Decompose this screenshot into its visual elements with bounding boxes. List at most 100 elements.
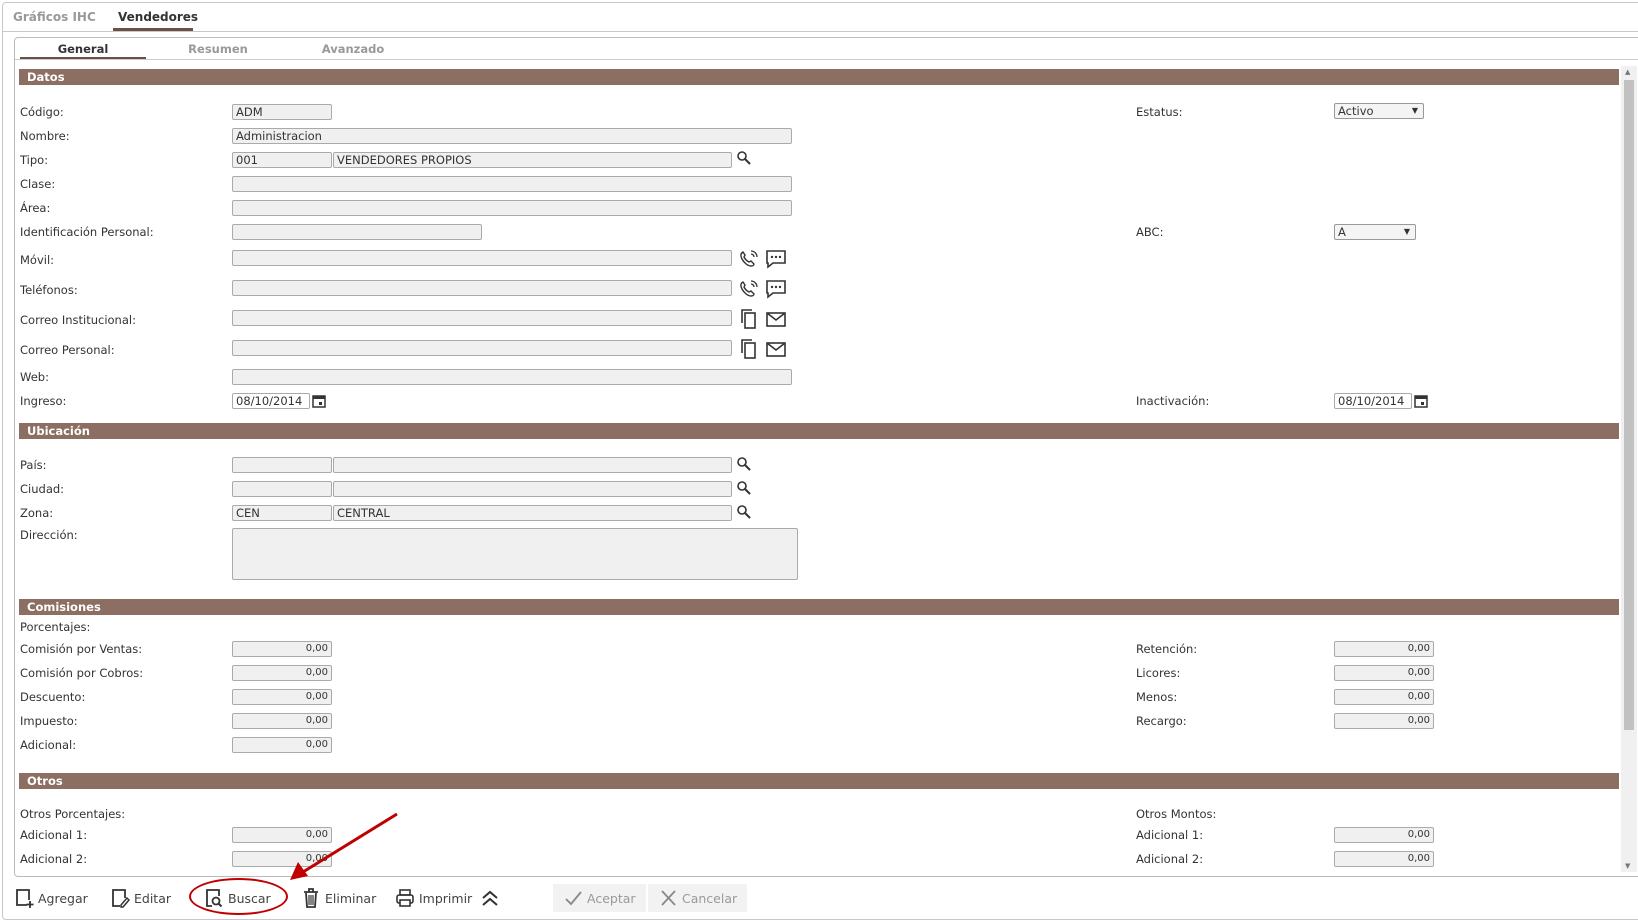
- zona-desc-input[interactable]: CENTRAL: [333, 505, 732, 521]
- scrollbar-thumb[interactable]: [1624, 80, 1634, 730]
- eliminar-button[interactable]: Eliminar: [301, 884, 376, 912]
- codigo-input[interactable]: ADM: [232, 104, 332, 120]
- imprimir-button[interactable]: Imprimir: [395, 884, 472, 912]
- ident-input[interactable]: [232, 224, 482, 240]
- correo-pers-input[interactable]: [232, 340, 732, 356]
- movil-input[interactable]: [232, 250, 732, 266]
- ident-label: Identificación Personal:: [20, 225, 154, 239]
- tab-graficos-ihc[interactable]: Gráficos IHC: [13, 10, 96, 24]
- double-chevron-up-icon: [482, 890, 498, 906]
- copy-icon[interactable]: [738, 308, 760, 330]
- otros-mto-adicional2-input[interactable]: 0,00: [1334, 851, 1434, 867]
- clase-input[interactable]: [232, 176, 792, 192]
- adicional-label: Adicional:: [20, 738, 77, 752]
- otros-mto-adicional2-label: Adicional 2:: [1136, 852, 1204, 866]
- correo-inst-label: Correo Institucional:: [20, 313, 136, 327]
- movil-label: Móvil:: [20, 253, 55, 267]
- search-icon[interactable]: [736, 150, 752, 166]
- section-comisiones: Comisiones: [19, 599, 1619, 615]
- zona-code-input[interactable]: CEN: [232, 505, 332, 521]
- retencion-label: Retención:: [1136, 642, 1198, 656]
- section-ubicacion: Ubicación: [19, 423, 1619, 439]
- agregar-label: Agregar: [38, 890, 88, 906]
- mail-icon[interactable]: [765, 308, 787, 330]
- subtab-divider: [15, 59, 1638, 60]
- pais-code-input[interactable]: [232, 457, 332, 473]
- codigo-label: Código:: [20, 105, 64, 119]
- web-input[interactable]: [232, 369, 792, 385]
- estatus-select[interactable]: Activo: [1334, 103, 1424, 119]
- subtab-avanzado[interactable]: Avanzado: [290, 42, 416, 56]
- otros-mto-adicional1-label: Adicional 1:: [1136, 828, 1204, 842]
- recargo-label: Recargo:: [1136, 714, 1187, 728]
- pais-desc-input[interactable]: [333, 457, 732, 473]
- pais-label: País:: [20, 458, 47, 472]
- ciudad-desc-input[interactable]: [333, 481, 732, 497]
- subtab-resumen[interactable]: Resumen: [155, 42, 281, 56]
- menos-input[interactable]: 0,00: [1334, 689, 1434, 705]
- collapse-button[interactable]: [480, 884, 500, 912]
- otros-mto-adicional1-input[interactable]: 0,00: [1334, 827, 1434, 843]
- scroll-down-icon[interactable]: ▼: [1625, 862, 1630, 870]
- licores-input[interactable]: 0,00: [1334, 665, 1434, 681]
- mail-icon[interactable]: [765, 338, 787, 360]
- inactivacion-date-input[interactable]: 08/10/2014: [1334, 393, 1412, 409]
- phone-call-icon[interactable]: [738, 248, 760, 270]
- cancelar-label: Cancelar: [682, 890, 738, 906]
- search-icon[interactable]: [736, 480, 752, 496]
- phone-call-icon[interactable]: [738, 278, 760, 300]
- cancelar-button[interactable]: Cancelar: [648, 884, 748, 912]
- zona-label: Zona:: [20, 506, 54, 520]
- agregar-button[interactable]: Agregar: [14, 884, 88, 912]
- copy-icon[interactable]: [738, 338, 760, 360]
- tipo-desc-input[interactable]: VENDEDORES PROPIOS: [333, 152, 732, 168]
- direccion-textarea[interactable]: [232, 528, 798, 580]
- vertical-scrollbar[interactable]: ▲ ▼: [1621, 66, 1637, 872]
- message-icon[interactable]: [765, 278, 787, 300]
- descuento-input[interactable]: 0,00: [232, 689, 332, 705]
- nombre-input[interactable]: Administracion: [232, 128, 792, 144]
- correo-pers-label: Correo Personal:: [20, 343, 115, 357]
- scroll-up-icon[interactable]: ▲: [1625, 68, 1630, 76]
- adicional-input[interactable]: 0,00: [232, 737, 332, 753]
- tab-vendedores[interactable]: Vendedores: [118, 10, 198, 24]
- telefonos-input[interactable]: [232, 280, 732, 296]
- comision-cobros-label: Comisión por Cobros:: [20, 666, 144, 680]
- comision-cobros-input[interactable]: 0,00: [232, 665, 332, 681]
- otros-pct-adicional1-label: Adicional 1:: [20, 828, 88, 842]
- aceptar-button[interactable]: Aceptar: [553, 884, 646, 912]
- impuesto-input[interactable]: 0,00: [232, 713, 332, 729]
- area-label: Área:: [20, 201, 51, 215]
- menos-label: Menos:: [1136, 690, 1178, 704]
- licores-label: Licores:: [1136, 666, 1181, 680]
- eliminar-label: Eliminar: [325, 890, 377, 906]
- tipo-code-input[interactable]: 001: [232, 152, 332, 168]
- section-datos: Datos: [19, 69, 1619, 85]
- recargo-input[interactable]: 0,00: [1334, 713, 1434, 729]
- tab-divider: [2, 31, 1638, 32]
- subtab-general[interactable]: General: [20, 42, 146, 56]
- printer-icon: [396, 889, 414, 907]
- editar-button[interactable]: Editar: [110, 884, 171, 912]
- area-input[interactable]: [232, 200, 792, 216]
- porcentajes-label: Porcentajes:: [20, 620, 91, 634]
- highlight-ellipse: [189, 878, 288, 915]
- abc-select[interactable]: A: [1334, 224, 1416, 240]
- retencion-input[interactable]: 0,00: [1334, 641, 1434, 657]
- comision-ventas-input[interactable]: 0,00: [232, 641, 332, 657]
- ciudad-code-input[interactable]: [232, 481, 332, 497]
- correo-inst-input[interactable]: [232, 310, 732, 326]
- direccion-label: Dirección:: [20, 528, 78, 542]
- nombre-label: Nombre:: [20, 129, 70, 143]
- ingreso-date-input[interactable]: 08/10/2014: [232, 393, 310, 409]
- search-icon[interactable]: [736, 456, 752, 472]
- calendar-icon[interactable]: [312, 394, 326, 408]
- message-icon[interactable]: [765, 248, 787, 270]
- section-otros: Otros: [19, 773, 1619, 789]
- ingreso-label: Ingreso:: [20, 394, 67, 408]
- search-icon[interactable]: [736, 504, 752, 520]
- estatus-label: Estatus:: [1136, 105, 1183, 119]
- trash-icon: [304, 888, 318, 908]
- add-document-icon: [16, 889, 34, 908]
- calendar-icon[interactable]: [1414, 394, 1428, 408]
